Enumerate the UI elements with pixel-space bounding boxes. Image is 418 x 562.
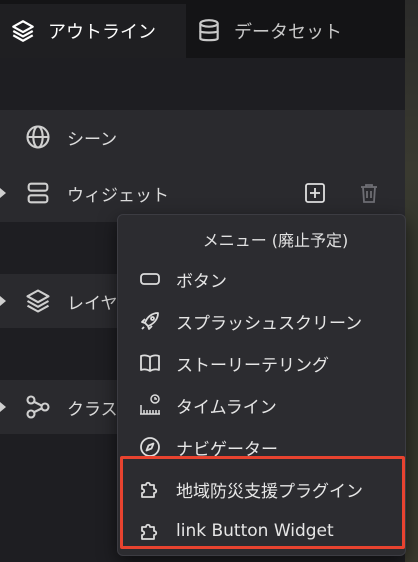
outline-item-scene[interactable]: シーン — [0, 110, 405, 164]
expand-caret-icon[interactable] — [0, 188, 6, 198]
menu-item-storytelling[interactable]: ストーリーテリング — [118, 343, 405, 383]
tab-outline[interactable]: アウトライン — [0, 4, 186, 58]
menu-item-label: ストーリーテリング — [176, 355, 329, 376]
outline-group-scene: シーン ウィジェット — [0, 110, 405, 222]
menu-item-label: ボタン — [176, 271, 227, 292]
tab-bar: アウトライン データセット — [0, 0, 405, 58]
outline-item-label: シーン — [67, 129, 118, 150]
book-icon — [140, 354, 160, 372]
menu-item-label: link Button Widget — [176, 521, 334, 541]
cluster-icon — [26, 395, 50, 419]
menu-item-link-button-widget[interactable]: link Button Widget — [118, 511, 405, 551]
menu-item-navigator[interactable]: ナビゲーター — [118, 427, 405, 467]
tab-label: データセット — [234, 22, 342, 43]
layers-icon — [12, 20, 34, 42]
puzzle-icon — [141, 481, 158, 498]
puzzle-icon — [141, 523, 158, 540]
trash-icon[interactable] — [357, 181, 381, 205]
expand-caret-icon[interactable] — [0, 402, 6, 412]
map-viewport-edge — [405, 0, 418, 562]
outline-item-widget[interactable]: ウィジェット — [0, 166, 405, 220]
rocket-icon — [141, 312, 159, 330]
menu-item-label: ナビゲーター — [176, 439, 278, 460]
widget-icon — [27, 182, 49, 204]
expand-caret-icon[interactable] — [0, 296, 6, 306]
compass-icon — [140, 437, 160, 457]
tab-dataset[interactable]: データセット — [186, 4, 405, 58]
globe-icon — [26, 125, 50, 149]
menu-item-button[interactable]: ボタン — [118, 259, 405, 299]
menu-item-disaster-plugin[interactable]: 地域防災支援プラグイン — [118, 469, 405, 509]
menu-header: メニュー (廃止予定) — [202, 231, 349, 250]
timeline-icon — [140, 394, 160, 415]
outline-subheader — [0, 58, 405, 110]
menu-item-label: スプラッシュスクリーン — [176, 313, 363, 334]
menu-item-label: タイムライン — [176, 397, 277, 418]
layers-icon — [26, 289, 50, 313]
database-icon — [199, 19, 219, 42]
add-icon[interactable] — [303, 181, 327, 205]
button-icon — [140, 273, 160, 285]
menu-item-timeline[interactable]: タイムライン — [118, 385, 405, 425]
tab-label: アウトライン — [48, 22, 156, 43]
menu-item-label: 地域防災支援プラグイン — [176, 481, 363, 502]
outline-item-label: ウィジェット — [67, 185, 169, 206]
menu-item-splash-screen[interactable]: スプラッシュスクリーン — [118, 301, 405, 341]
widget-actions — [303, 181, 381, 205]
add-widget-menu: メニュー (廃止予定) ボタン スプラッシュスクリーン ストーリーテリング タイ… — [117, 214, 406, 556]
